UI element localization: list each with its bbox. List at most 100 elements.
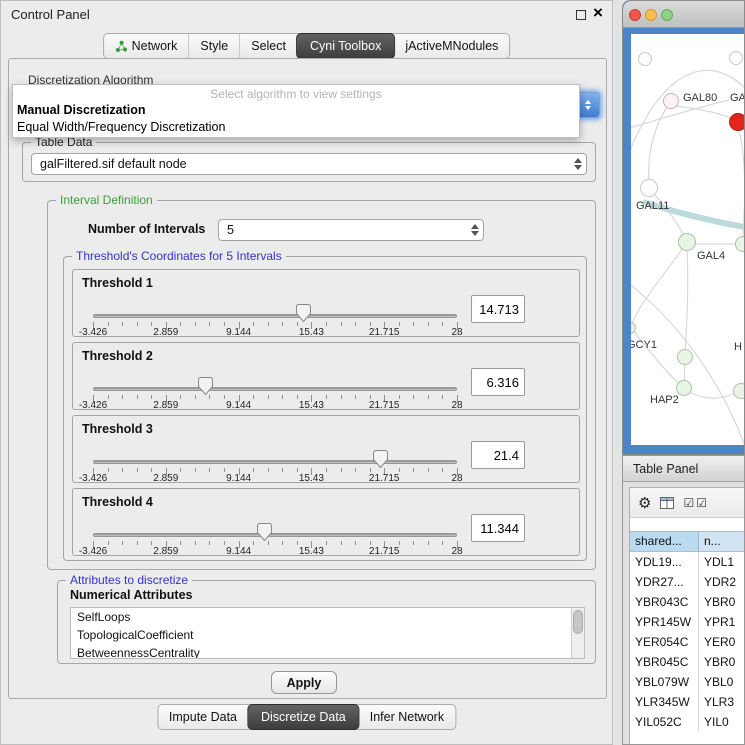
- table-row[interactable]: YDL19...YDL1: [630, 552, 745, 572]
- table-row[interactable]: YBL079WYBL0: [630, 672, 745, 692]
- close-window-icon[interactable]: ×: [593, 3, 603, 23]
- dropdown-option-manual-discretization[interactable]: Manual Discretization: [13, 102, 579, 119]
- network-node[interactable]: [733, 383, 745, 399]
- slider-thumb[interactable]: [373, 450, 388, 468]
- scale-label: 21.715: [369, 327, 400, 338]
- table-row[interactable]: YIL052CYIL0: [630, 712, 745, 732]
- threshold-label: Threshold 3: [82, 422, 153, 436]
- table-row[interactable]: YBR043CYBR0: [630, 592, 745, 612]
- cell[interactable]: YLR345W: [630, 692, 699, 712]
- zoom-traffic-light-icon[interactable]: [661, 9, 673, 21]
- network-node[interactable]: [677, 349, 693, 365]
- network-node-selected[interactable]: [729, 113, 745, 131]
- numerical-attributes-label: Numerical Attributes: [70, 588, 192, 602]
- scrollbar-thumb[interactable]: [573, 610, 583, 634]
- dropdown-option-equal-width[interactable]: Equal Width/Frequency Discretization: [13, 119, 579, 136]
- cell[interactable]: YER0: [699, 632, 745, 652]
- slider-track[interactable]: [93, 533, 457, 537]
- cell[interactable]: YPR1: [699, 612, 745, 632]
- table-row[interactable]: YBR045CYBR0: [630, 652, 745, 672]
- scale-label: 2.859: [153, 473, 178, 484]
- apply-button[interactable]: Apply: [271, 671, 337, 694]
- table-data-select[interactable]: galFiltered.sif default node: [31, 153, 587, 175]
- list-item[interactable]: BetweennessCentrality: [71, 644, 584, 659]
- node-label: H: [734, 341, 742, 353]
- table-row[interactable]: YER054CYER0: [630, 632, 745, 652]
- slider-track[interactable]: [93, 314, 457, 318]
- tab-label: Discretize Data: [261, 710, 346, 724]
- number-of-intervals-select[interactable]: 5: [218, 219, 484, 241]
- network-node[interactable]: [663, 93, 679, 109]
- column-header-shared-name[interactable]: shared...: [630, 532, 699, 551]
- cell[interactable]: YIL052C: [630, 712, 699, 732]
- network-node[interactable]: [640, 179, 658, 197]
- tab-cyni-toolbox[interactable]: Cyni Toolbox: [296, 33, 395, 59]
- cell[interactable]: YBR045C: [630, 652, 699, 672]
- network-node[interactable]: [735, 236, 745, 252]
- slider-thumb[interactable]: [257, 523, 272, 541]
- threshold-label: Threshold 4: [82, 495, 153, 509]
- network-node[interactable]: [638, 52, 652, 66]
- tab-impute-data[interactable]: Impute Data: [158, 705, 248, 729]
- cell[interactable]: YBR0: [699, 652, 745, 672]
- slider-ticks: [93, 541, 457, 549]
- list-item[interactable]: TopologicalCoefficient: [71, 626, 584, 644]
- tab-label: Network: [132, 39, 178, 53]
- network-node[interactable]: [678, 233, 696, 251]
- cell[interactable]: YER054C: [630, 632, 699, 652]
- scale-label: -3.426: [79, 473, 107, 484]
- gear-icon[interactable]: ⚙: [638, 494, 651, 512]
- slider-ticks: [93, 322, 457, 330]
- minimize-traffic-light-icon[interactable]: [645, 9, 657, 21]
- cell[interactable]: YBR043C: [630, 592, 699, 612]
- table-toolbar: ⚙ ☑☑: [630, 488, 745, 518]
- node-label: GA: [730, 92, 745, 104]
- cell[interactable]: YPR145W: [630, 612, 699, 632]
- attributes-group: Attributes to discretize Numerical Attri…: [57, 580, 596, 664]
- combo-arrows-icon: [467, 224, 483, 236]
- cell[interactable]: YDL1: [699, 552, 745, 572]
- number-of-intervals-value: 5: [219, 223, 467, 237]
- slider-thumb[interactable]: [296, 304, 311, 322]
- cell[interactable]: YBL0: [699, 672, 745, 692]
- table-row[interactable]: YDR27...YDR2: [630, 572, 745, 592]
- list-item[interactable]: SelfLoops: [71, 608, 584, 626]
- slider-track[interactable]: [93, 460, 457, 464]
- node-label: GAL80: [683, 92, 717, 104]
- tab-select[interactable]: Select: [239, 34, 297, 58]
- cell[interactable]: YDR2: [699, 572, 745, 592]
- number-of-intervals-label: Number of Intervals: [88, 222, 205, 236]
- table-row[interactable]: YPR145WYPR1: [630, 612, 745, 632]
- tab-infer-network[interactable]: Infer Network: [359, 705, 455, 729]
- cell[interactable]: YDL19...: [630, 552, 699, 572]
- columns-icon[interactable]: [660, 497, 674, 509]
- tab-network[interactable]: Network: [104, 34, 189, 58]
- column-header-name[interactable]: n...: [699, 532, 745, 551]
- table-row[interactable]: YLR345WYLR3: [630, 692, 745, 712]
- slider-track[interactable]: [93, 387, 457, 391]
- threshold-value-input[interactable]: [471, 514, 525, 542]
- select-columns-checkboxes-icon[interactable]: ☑☑: [683, 496, 709, 510]
- scale-label: 21.715: [369, 546, 400, 557]
- slider-thumb[interactable]: [198, 377, 213, 395]
- cell[interactable]: YIL0: [699, 712, 745, 732]
- cell[interactable]: YBL079W: [630, 672, 699, 692]
- cell[interactable]: YBR0: [699, 592, 745, 612]
- tab-jactivemnodules[interactable]: jActiveMNodules: [394, 34, 509, 58]
- cell[interactable]: YLR3: [699, 692, 745, 712]
- tab-label: jActiveMNodules: [405, 39, 498, 53]
- list-scrollbar[interactable]: [571, 608, 584, 658]
- tab-style[interactable]: Style: [188, 34, 239, 58]
- threshold-value-input[interactable]: [471, 441, 525, 469]
- scale-label: 9.144: [226, 327, 251, 338]
- threshold-value-input[interactable]: [471, 368, 525, 396]
- network-node[interactable]: [729, 51, 743, 65]
- tab-discretize-data[interactable]: Discretize Data: [247, 704, 360, 730]
- float-window-icon[interactable]: [576, 10, 586, 20]
- network-canvas[interactable]: GAL80 GAL11 GAL4 GCY1 HAP2 GA H: [631, 34, 745, 445]
- network-window-titlebar[interactable]: [623, 1, 744, 28]
- threshold-value-input[interactable]: [471, 295, 525, 323]
- cell[interactable]: YDR27...: [630, 572, 699, 592]
- table-panel-title: Table Panel: [623, 456, 744, 482]
- close-traffic-light-icon[interactable]: [629, 9, 641, 21]
